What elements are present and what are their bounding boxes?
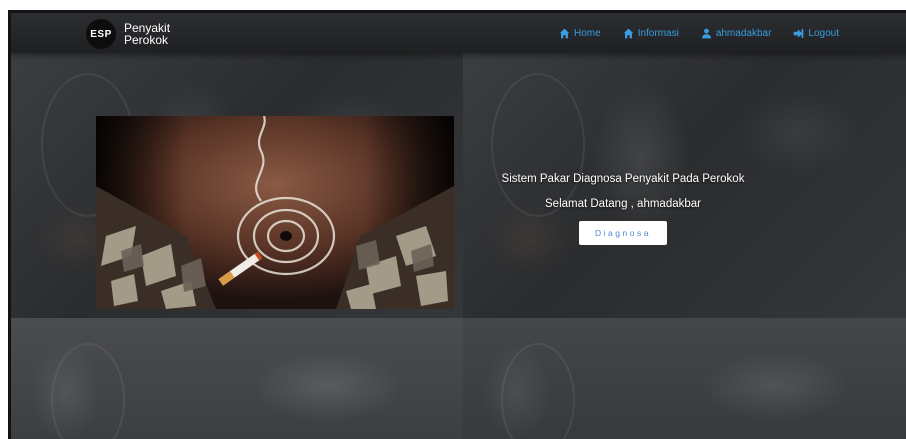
top-navbar: ESP Penyakit Perokok Home Informasi ahma…: [11, 13, 906, 53]
nav-links: Home Informasi ahmadakbar Logout: [559, 13, 839, 53]
smoker-illustration: [96, 116, 454, 309]
user-icon: [701, 28, 711, 38]
brand[interactable]: ESP Penyakit Perokok: [86, 19, 184, 49]
nav-home-link[interactable]: Home: [559, 28, 601, 39]
home-icon: [623, 28, 633, 38]
diagnosa-button[interactable]: Diagnosa: [579, 221, 667, 245]
brand-name-line2: Perokok: [124, 33, 169, 47]
nav-logout-label: Logout: [808, 27, 839, 39]
welcome-message: Selamat Datang , ahmadakbar: [545, 198, 701, 210]
nav-logout-link[interactable]: Logout: [793, 28, 839, 39]
home-icon: [559, 28, 570, 38]
hero-image: [96, 116, 454, 309]
hero-content: Sistem Pakar Diagnosa Penyakit Pada Pero…: [483, 173, 763, 245]
nav-informasi-label: Informasi: [637, 27, 679, 39]
brand-logo: ESP: [86, 19, 116, 49]
nav-informasi-link[interactable]: Informasi: [623, 28, 679, 39]
logout-icon: [794, 28, 804, 38]
nav-home-label: Home: [574, 27, 601, 39]
brand-name: Penyakit Perokok: [124, 22, 184, 46]
nav-user-label: ahmadakbar: [715, 27, 772, 39]
app-frame: ESP Penyakit Perokok Home Informasi ahma…: [8, 10, 906, 439]
hero-title: Sistem Pakar Diagnosa Penyakit Pada Pero…: [501, 173, 745, 185]
nav-user-link[interactable]: ahmadakbar: [701, 27, 772, 39]
